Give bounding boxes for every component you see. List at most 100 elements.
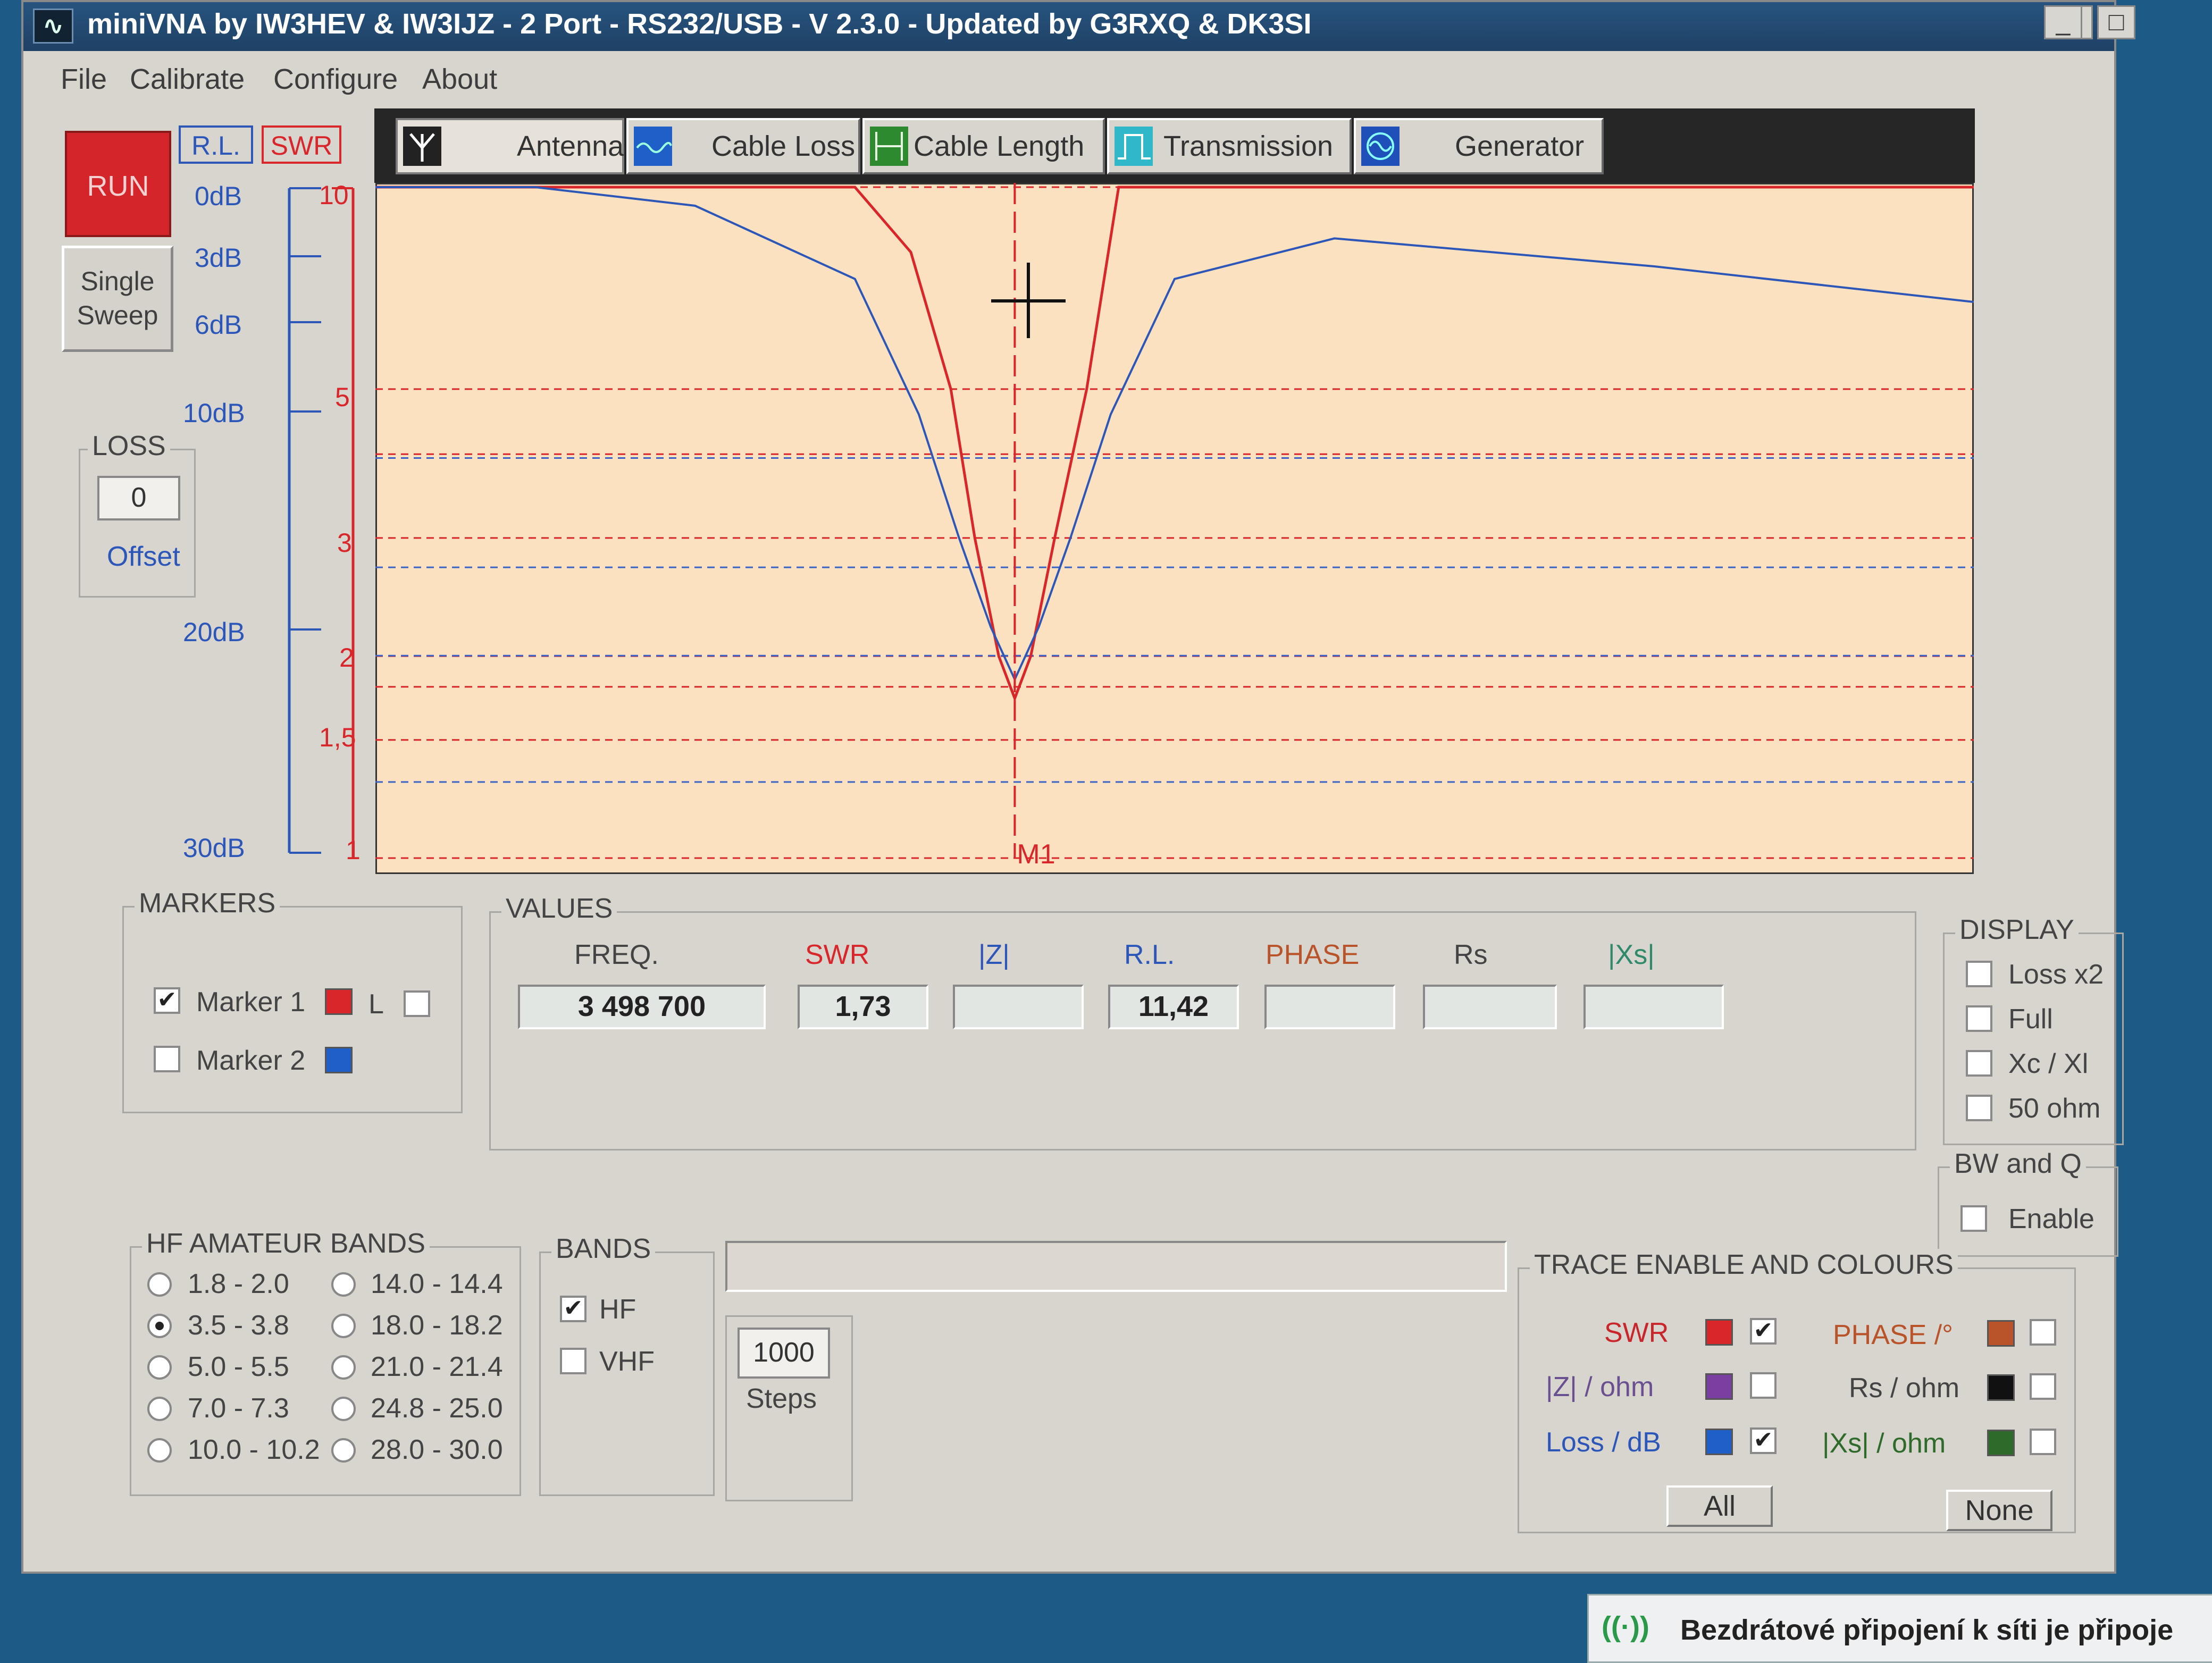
50-ohm-label: 50 ohm <box>2008 1093 2101 1124</box>
tab-cable-length[interactable]: Cable Length <box>862 118 1105 174</box>
marker2-color-swatch[interactable] <box>325 1047 353 1073</box>
band-label-5-0: 5.0 - 5.5 <box>188 1351 289 1382</box>
title-bar[interactable]: ∿ miniVNA by IW3HEV & IW3IJZ - 2 Port - … <box>23 2 2114 51</box>
marker1-checkbox[interactable]: ✔ <box>154 987 180 1014</box>
tab-antenna[interactable]: Antenna <box>396 118 624 174</box>
trace-none-button[interactable]: None <box>1946 1490 2052 1531</box>
band-radio-28-0[interactable] <box>331 1438 356 1463</box>
loss-x2-label: Loss x2 <box>2008 959 2104 990</box>
trace-swr-color[interactable] <box>1705 1319 1733 1346</box>
hf-label: HF <box>599 1294 636 1325</box>
tab-generator[interactable]: Generator <box>1354 118 1604 174</box>
trace-all-button[interactable]: All <box>1666 1485 1773 1527</box>
xc-xl-checkbox[interactable] <box>1966 1050 1992 1077</box>
steps-input[interactable]: 1000 <box>738 1328 830 1379</box>
tab-cable-loss-label: Cable Loss <box>711 130 856 162</box>
trace-z-color[interactable] <box>1705 1373 1733 1400</box>
maximize-button[interactable]: □ <box>2097 5 2135 39</box>
loss-offset-input[interactable]: 0 <box>97 476 180 520</box>
50-ohm-checkbox[interactable] <box>1966 1095 1992 1121</box>
menu-calibrate[interactable]: Calibrate <box>130 63 245 96</box>
band-radio-24-8[interactable] <box>331 1397 356 1421</box>
trace-phase-label: PHASE /° <box>1833 1320 1953 1350</box>
freq-header: FREQ. <box>574 939 659 970</box>
trace-title: TRACE ENABLE AND COLOURS <box>1530 1249 1958 1281</box>
vhf-checkbox[interactable] <box>560 1348 586 1374</box>
band-radio-3-5[interactable] <box>147 1314 172 1338</box>
swr-toggle[interactable]: SWR <box>262 125 341 164</box>
band-radio-7-0[interactable] <box>147 1397 172 1421</box>
loss-x2-checkbox[interactable] <box>1966 961 1992 987</box>
band-label-14-0: 14.0 - 14.4 <box>371 1269 503 1299</box>
maximize-icon: □ <box>2108 8 2124 36</box>
mode-tabbar: Antenna Cable Loss Cable Length Transmis… <box>374 108 1975 183</box>
hf-checkbox[interactable]: ✔ <box>560 1296 586 1322</box>
band-radio-10-0[interactable] <box>147 1438 172 1463</box>
trace-xs-label: |Xs| / ohm <box>1822 1428 1946 1459</box>
wireless-notification[interactable]: ((·)) Bezdrátové připojení k síti je při… <box>1587 1594 2212 1663</box>
rl-tick-3: 3dB <box>195 243 242 273</box>
rl-toggle[interactable]: R.L. <box>179 125 253 164</box>
xs-value <box>1583 985 1724 1029</box>
phase-header: PHASE <box>1266 939 1360 970</box>
band-radio-21-0[interactable] <box>331 1355 356 1380</box>
swr-value: 1,73 <box>798 985 928 1029</box>
menu-configure[interactable]: Configure <box>273 63 398 96</box>
menu-about[interactable]: About <box>422 63 497 96</box>
band-label-21-0: 21.0 - 21.4 <box>371 1351 503 1382</box>
tab-cable-loss[interactable]: Cable Loss <box>626 118 860 174</box>
rl-tick-10: 10dB <box>183 398 245 428</box>
chart-background <box>375 183 1974 874</box>
trace-xs-color[interactable] <box>1987 1430 2015 1456</box>
display-title: DISPLAY <box>1955 914 2079 946</box>
rl-tick-20: 20dB <box>183 617 245 647</box>
tab-generator-label: Generator <box>1455 130 1585 162</box>
band-radio-1-8[interactable] <box>147 1272 172 1297</box>
trace-loss-checkbox[interactable]: ✔ <box>1750 1427 1777 1454</box>
steps-label: Steps <box>746 1383 817 1414</box>
trace-xs-checkbox[interactable] <box>2030 1429 2056 1455</box>
marker1-color-swatch[interactable] <box>325 988 353 1015</box>
minimize-button[interactable]: _ <box>2044 5 2082 39</box>
trace-phase-color[interactable] <box>1987 1320 2015 1347</box>
trace-rs-label: Rs / ohm <box>1849 1373 1960 1404</box>
trace-loss-color[interactable] <box>1705 1429 1733 1455</box>
band-radio-14-0[interactable] <box>331 1272 356 1297</box>
z-value <box>953 985 1084 1029</box>
tab-transmission[interactable]: Transmission <box>1107 118 1352 174</box>
bwq-enable-checkbox[interactable] <box>1960 1205 1987 1232</box>
band-radio-5-0[interactable] <box>147 1355 172 1380</box>
app-icon: ∿ <box>33 9 73 44</box>
bwq-enable-label: Enable <box>2008 1204 2094 1234</box>
marker1-l-label: L <box>368 989 384 1020</box>
loss-group: LOSS 0 Offset <box>79 430 196 598</box>
band-radio-18-0[interactable] <box>331 1314 356 1338</box>
menu-bar: File Calibrate Configure About <box>23 55 2114 103</box>
band-label-3-5: 3.5 - 3.8 <box>188 1310 289 1341</box>
menu-file[interactable]: File <box>61 63 107 96</box>
bands-group: BANDS ✔ HF VHF <box>539 1233 715 1496</box>
trace-phase-checkbox[interactable] <box>2030 1319 2056 1346</box>
markers-title: MARKERS <box>135 887 280 919</box>
single-sweep-label-1: Single <box>80 266 155 296</box>
marker1-l-checkbox[interactable] <box>404 990 430 1017</box>
notification-text: Bezdrátové připojení k síti je připoje <box>1680 1614 2174 1646</box>
trace-rs-checkbox[interactable] <box>2030 1373 2056 1400</box>
markers-group: MARKERS ✔ Marker 1 L Marker 2 <box>122 887 463 1113</box>
xc-xl-label: Xc / Xl <box>2008 1048 2089 1079</box>
steps-group: 1000 Steps <box>725 1315 853 1501</box>
run-button[interactable]: RUN <box>65 131 171 237</box>
trace-swr-checkbox[interactable]: ✔ <box>1750 1318 1777 1345</box>
wireless-icon: ((·)) <box>1602 1611 1649 1643</box>
marker-m1-label: M1 <box>1017 839 1055 870</box>
full-checkbox[interactable] <box>1966 1005 1992 1032</box>
trace-z-checkbox[interactable] <box>1750 1372 1777 1399</box>
trace-rs-color[interactable] <box>1987 1374 2015 1401</box>
bwq-title: BW and Q <box>1950 1148 2086 1180</box>
rl-tick-6: 6dB <box>195 310 242 340</box>
rl-header: R.L. <box>1124 939 1175 970</box>
single-sweep-button[interactable]: Single Sweep <box>62 246 173 352</box>
tab-cable-length-label: Cable Length <box>914 130 1085 162</box>
sweep-chart[interactable]: M1 <box>375 183 1974 874</box>
marker2-checkbox[interactable] <box>154 1046 180 1072</box>
